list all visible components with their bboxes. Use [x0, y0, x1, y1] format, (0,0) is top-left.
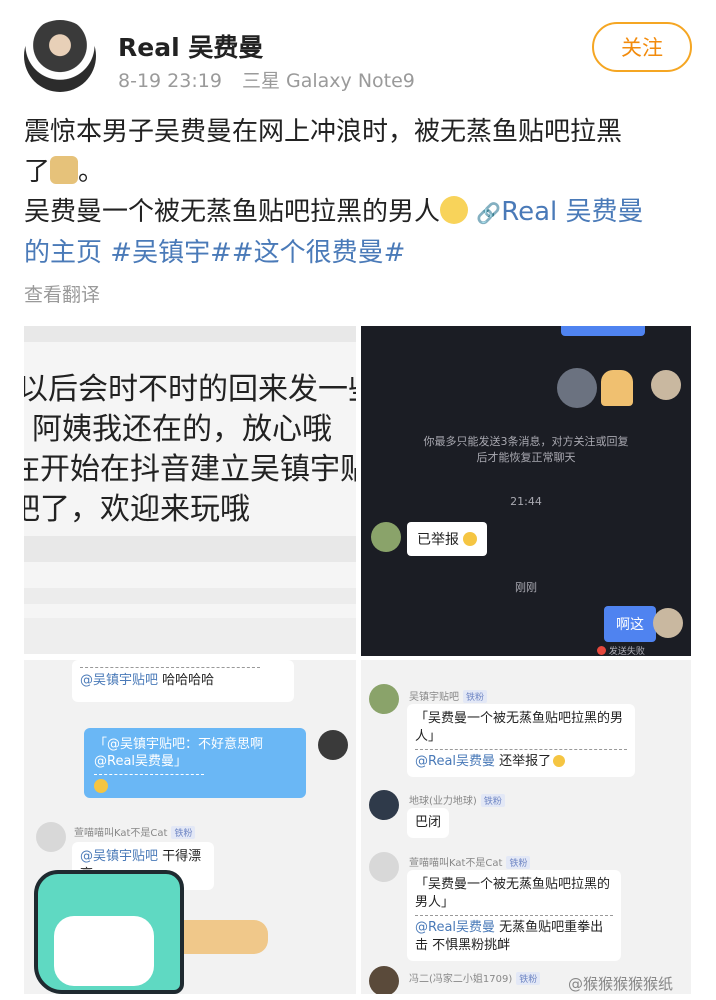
post-meta: 8-19 23:19 三星 Galaxy Note9: [118, 66, 415, 93]
grin-emoji-icon: [94, 779, 108, 793]
error-icon: [597, 646, 606, 655]
commenter-name: 萱喵喵叫Kat不是Cat 铁粉: [409, 854, 531, 869]
tieba-avatar: [371, 522, 401, 552]
chat-text: 还举报了: [499, 754, 552, 769]
image-panel-1[interactable]: 以后会时不时的回来发一些 阿姨我还在的，放心哦 在开始在抖音建立吴镇宇贴 吧了，…: [24, 326, 356, 654]
quote-divider: [415, 915, 613, 916]
commenter-name: 冯二(冯家二小姐1709) 铁粉: [409, 970, 541, 985]
fan-badge: 铁粉: [516, 972, 541, 985]
just-now-label: 刚刚: [515, 581, 537, 594]
commenter-name-text: 地球(业力地球): [409, 796, 477, 807]
sent-message: 啊这: [604, 606, 656, 642]
profile-link-text[interactable]: Real 吴费曼: [501, 197, 643, 227]
commenter-name-text: 萱喵喵叫Kat不是Cat: [74, 828, 168, 839]
chat-bubble-quote: 「吴费曼一个被无蒸鱼贴吧拉黑的男人」 @Real吴费曼 无蒸鱼贴吧重拳出击 不惧…: [407, 870, 621, 961]
reported-message: 已举报: [407, 522, 488, 556]
praying-hands-icon: [601, 370, 633, 406]
translate-link[interactable]: 查看翻译: [24, 280, 100, 307]
quote-divider: [94, 774, 204, 775]
post-body: 震惊本男子吴费曼在网上冲浪时，被无蒸鱼贴吧拉黑 了。 吴费曼一个被无蒸鱼贴吧拉黑…: [24, 112, 696, 273]
follow-button[interactable]: 关注: [592, 22, 692, 72]
panel1-line-2: 阿姨我还在的，放心哦: [32, 412, 332, 447]
post-line-3-text: 吴费曼一个被无蒸鱼贴吧拉黑的男人: [24, 197, 441, 227]
tieba-avatar: [369, 684, 399, 714]
post-device: 三星 Galaxy Note9: [241, 70, 415, 92]
watermark: @猴猴猴猴猴纸: [568, 975, 674, 993]
post-header: Real 吴费曼 8-19 23:19 三星 Galaxy Note9 关注: [0, 0, 716, 110]
panel1-line-3: 在开始在抖音建立吴镇宇贴: [24, 452, 356, 487]
post-line-1: 震惊本男子吴费曼在网上冲浪时，被无蒸鱼贴吧拉黑: [24, 117, 623, 147]
user-avatar[interactable]: [24, 20, 96, 92]
user-avatar-small: [36, 822, 66, 852]
panel1-line-1: 以后会时不时的回来发一些: [24, 372, 356, 407]
profile-link[interactable]: 🔗Real 吴费曼: [476, 197, 643, 227]
grin-emoji-icon: [463, 532, 478, 546]
hashtag-feynman[interactable]: #这个很费曼#: [232, 238, 406, 268]
post-time: 8-19 23:19: [118, 70, 222, 92]
post-line-2: 了。: [24, 152, 696, 192]
send-failed-row: 发送失败: [597, 644, 645, 656]
user-avatar-small: [651, 370, 681, 400]
notice-line-2: 后才能恢复正常聊天: [476, 451, 576, 464]
divider-bar: [24, 618, 356, 654]
doge-emoji-icon: [50, 156, 79, 184]
user-avatar-small: [369, 790, 399, 820]
fan-badge: 铁粉: [171, 826, 196, 839]
image-panel-2[interactable]: 你最多只能发送3条消息，对方关注或回复 后才能恢复正常聊天 21:44 已举报 …: [361, 326, 691, 656]
mention-tieba[interactable]: @吴镇宇贴吧: [80, 673, 158, 688]
mention-feynman[interactable]: @Real吴费曼: [415, 920, 495, 935]
husky-sticker-icon: [557, 368, 597, 408]
quote-divider: [80, 667, 260, 668]
send-failed-text: 发送失败: [608, 647, 645, 656]
panel1-line-4: 吧了，欢迎来玩哦: [24, 492, 250, 527]
quote-text: 「吴费曼一个被无蒸鱼贴吧拉黑的男人」: [415, 877, 611, 910]
divider-bar: [24, 536, 356, 562]
user-avatar-small: [318, 730, 348, 760]
reported-text: 已举报: [417, 532, 459, 548]
grin-emoji-icon: [553, 755, 566, 767]
image-panel-3[interactable]: @吴镇宇贴吧 哈哈哈哈 「@吴镇宇贴吧：不好意思啊 @Real吴费曼」 萱喵喵叫…: [24, 660, 356, 994]
chat-bubble-quote: 「吴费曼一个被无蒸鱼贴吧拉黑的男人」 @Real吴费曼 还举报了: [407, 704, 635, 777]
username[interactable]: Real 吴费曼: [118, 28, 263, 64]
divider-bar: [24, 326, 356, 342]
notice-line-1: 你最多只能发送3条消息，对方关注或回复: [423, 435, 629, 448]
post-line-2-end: 。: [78, 157, 105, 187]
blue-quote-line-2: @Real吴费曼」: [94, 754, 188, 769]
chat-bubble-comment: 巴闭: [407, 808, 450, 838]
blue-chat-bubble: 「@吴镇宇贴吧：不好意思啊 @Real吴费曼」: [84, 728, 306, 798]
quote-divider: [415, 749, 627, 750]
fan-badge: 铁粉: [480, 794, 505, 807]
commenter-name-text: 冯二(冯家二小姐1709): [409, 974, 513, 985]
commenter-name: 吴镇宇贴吧 铁粉: [409, 688, 488, 703]
smile-emoji-icon: [440, 196, 469, 224]
commenter-name-text: 萱喵喵叫Kat不是Cat: [409, 858, 503, 869]
user-avatar-small: [369, 852, 399, 882]
divider-bar: [24, 588, 356, 604]
profile-link-homepage[interactable]: 的主页: [24, 238, 102, 268]
link-icon: 🔗: [476, 201, 502, 225]
post-line-3: 吴费曼一个被无蒸鱼贴吧拉黑的男人 🔗Real 吴费曼: [24, 192, 696, 233]
post-line-4: 的主页 #吴镇宇##这个很费曼#: [24, 233, 696, 273]
quote-text: 「吴费曼一个被无蒸鱼贴吧拉黑的男人」: [415, 711, 624, 744]
mention-tieba[interactable]: @吴镇宇贴吧: [80, 849, 158, 864]
blue-quote-line-1: 「@吴镇宇贴吧：不好意思啊: [94, 737, 264, 752]
chat-time: 21:44: [510, 495, 542, 508]
chat-text: 哈哈哈哈: [162, 673, 215, 688]
top-blue-bubble: [561, 326, 645, 336]
chat-bubble-top: @吴镇宇贴吧 哈哈哈哈: [72, 660, 294, 702]
popsicle-sticker-icon: [28, 870, 268, 994]
commenter-name: 萱喵喵叫Kat不是Cat 铁粉: [74, 824, 196, 839]
fan-badge: 铁粉: [463, 690, 488, 703]
post-line-2-text: 了: [24, 157, 51, 187]
popsicle-highlight: [54, 916, 154, 986]
image-panel-4[interactable]: 吴镇宇贴吧 铁粉 「吴费曼一个被无蒸鱼贴吧拉黑的男人」 @Real吴费曼 还举报了…: [361, 660, 691, 994]
commenter-name-text: 吴镇宇贴吧: [409, 692, 459, 703]
user-avatar-small: [653, 608, 683, 638]
fan-badge: 铁粉: [506, 856, 531, 869]
commenter-name: 地球(业力地球) 铁粉: [409, 792, 505, 807]
user-avatar-small: [369, 966, 399, 994]
hashtag-wu-zhenyu[interactable]: #吴镇宇#: [110, 238, 232, 268]
mention-feynman[interactable]: @Real吴费曼: [415, 754, 495, 769]
